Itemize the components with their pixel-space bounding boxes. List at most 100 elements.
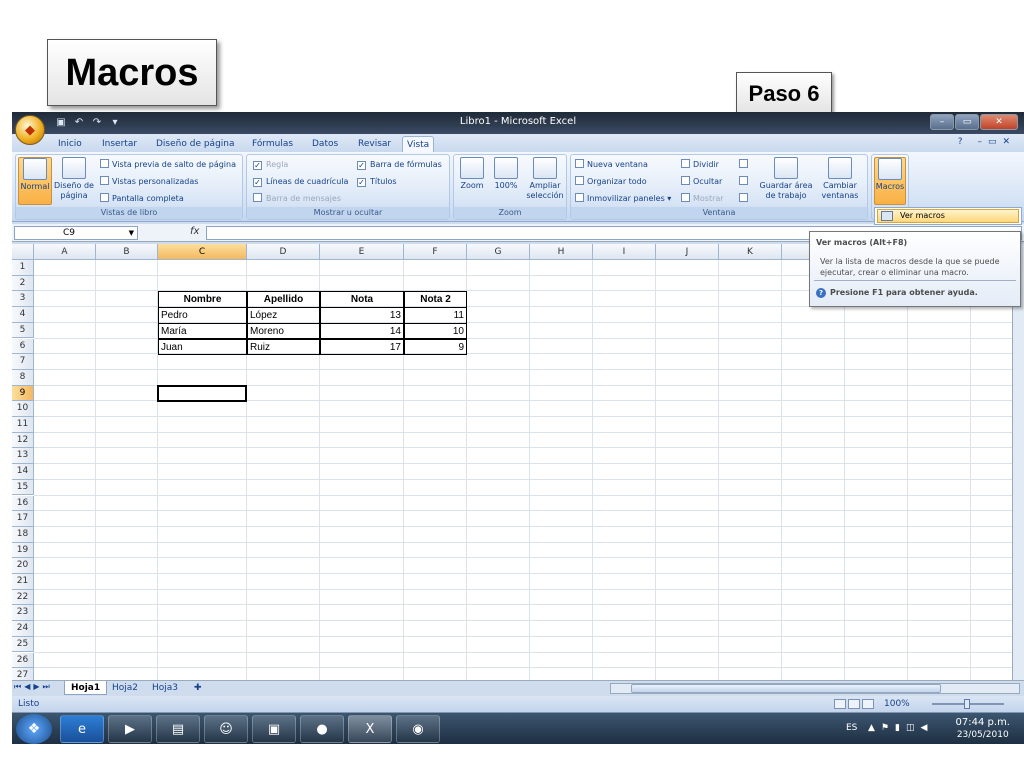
- sheet-nav-arrows[interactable]: ⏮◀▶⏭: [14, 682, 53, 692]
- zoom-100-button[interactable]: 100%: [490, 157, 522, 205]
- maximize-button[interactable]: ▭: [955, 114, 979, 130]
- row-header-14[interactable]: 14: [12, 464, 34, 480]
- ruler-checkbox[interactable]: ✓ Regla: [253, 159, 288, 170]
- full-screen-button[interactable]: Pantalla completa: [100, 193, 184, 204]
- table-cell[interactable]: María: [158, 322, 247, 340]
- table-cell[interactable]: 11: [404, 307, 467, 324]
- column-header-g[interactable]: G: [467, 244, 530, 260]
- hide-button[interactable]: Ocultar: [681, 176, 722, 187]
- row-header-17[interactable]: 17: [12, 511, 34, 527]
- save-workspace-button[interactable]: Guardar área de trabajo: [759, 157, 813, 205]
- table-cell[interactable]: 10: [404, 322, 467, 340]
- headings-checkbox[interactable]: ✓ Títulos: [357, 176, 397, 187]
- name-box[interactable]: C9 ▼: [14, 226, 138, 240]
- taskbar-ie-icon[interactable]: e: [60, 715, 104, 743]
- zoom-slider-knob[interactable]: [964, 699, 970, 709]
- row-header-9[interactable]: 9: [12, 385, 34, 402]
- table-cell[interactable]: Pedro: [158, 307, 247, 324]
- ribbon-restore-icon[interactable]: ▭: [988, 137, 1003, 147]
- reset-position-icon[interactable]: [739, 193, 751, 204]
- tab-diseno-pagina[interactable]: Diseño de página: [152, 136, 239, 152]
- column-header-c[interactable]: C: [158, 244, 247, 260]
- clock[interactable]: 07:44 p.m. 23/05/2010: [956, 717, 1010, 741]
- row-header-20[interactable]: 20: [12, 558, 34, 574]
- name-box-dropdown-icon[interactable]: ▼: [129, 227, 134, 239]
- taskbar-explorer-icon[interactable]: ▤: [156, 715, 200, 743]
- layout-view-status-button[interactable]: [848, 699, 860, 709]
- column-header-e[interactable]: E: [320, 244, 404, 260]
- insert-function-icon[interactable]: fx: [190, 226, 199, 237]
- page-break-preview-button[interactable]: Vista previa de salto de página: [100, 159, 236, 170]
- column-header-i[interactable]: I: [593, 244, 656, 260]
- tab-datos[interactable]: Datos: [308, 136, 342, 152]
- table-cell[interactable]: Ruiz: [247, 338, 320, 356]
- row-header-2[interactable]: 2: [12, 275, 34, 292]
- horizontal-scrollbar[interactable]: [610, 683, 1020, 694]
- tab-formulas[interactable]: Fórmulas: [248, 136, 297, 152]
- row-header-12[interactable]: 12: [12, 432, 34, 449]
- taskbar-firefox-icon[interactable]: ◉: [396, 715, 440, 743]
- page-layout-button[interactable]: Diseño de página: [54, 157, 94, 205]
- office-button[interactable]: ◆: [15, 115, 45, 145]
- row-header-23[interactable]: 23: [12, 605, 34, 622]
- break-view-status-button[interactable]: [862, 699, 874, 709]
- row-header-5[interactable]: 5: [12, 322, 34, 339]
- column-header-k[interactable]: K: [719, 244, 782, 260]
- formula-bar-checkbox[interactable]: ✓ Barra de fórmulas: [357, 159, 442, 170]
- gridlines-checkbox[interactable]: ✓ Líneas de cuadrícula: [253, 176, 348, 187]
- table-header-cell[interactable]: Nombre: [158, 291, 247, 309]
- table-cell[interactable]: 9: [404, 338, 467, 356]
- row-header-8[interactable]: 8: [12, 369, 34, 386]
- normal-view-button[interactable]: Normal: [18, 157, 52, 205]
- taskbar-messenger-icon[interactable]: ☺: [204, 715, 248, 743]
- column-header-a[interactable]: A: [34, 244, 96, 260]
- zoom-selection-button[interactable]: Ampliar selección: [524, 157, 566, 205]
- column-header-b[interactable]: B: [96, 244, 158, 260]
- insert-sheet-icon[interactable]: ✚: [188, 681, 208, 695]
- ver-macros-item[interactable]: Ver macros: [877, 209, 1019, 223]
- tab-insertar[interactable]: Insertar: [98, 136, 141, 152]
- row-header-7[interactable]: 7: [12, 354, 34, 370]
- row-header-6[interactable]: 6: [12, 338, 34, 355]
- column-header-d[interactable]: D: [247, 244, 320, 260]
- vertical-scrollbar[interactable]: [1012, 244, 1024, 680]
- row-header-19[interactable]: 19: [12, 542, 34, 559]
- table-header-cell[interactable]: Nota 2: [404, 291, 467, 309]
- table-cell[interactable]: 13: [320, 307, 404, 324]
- ribbon-minimize-icon[interactable]: –: [977, 137, 988, 147]
- column-header-f[interactable]: F: [404, 244, 467, 260]
- minimize-button[interactable]: –: [930, 114, 954, 130]
- row-header-1[interactable]: 1: [12, 260, 34, 276]
- select-all-corner[interactable]: [12, 244, 34, 260]
- row-header-11[interactable]: 11: [12, 417, 34, 433]
- sync-scroll-icon[interactable]: [739, 176, 751, 187]
- tab-vista[interactable]: Vista: [402, 136, 435, 152]
- tab-revisar[interactable]: Revisar: [354, 136, 395, 152]
- switch-windows-button[interactable]: Cambiar ventanas: [815, 157, 865, 205]
- taskbar-media-player-icon[interactable]: ▶: [108, 715, 152, 743]
- sheet-tab-hoja2[interactable]: Hoja2: [106, 681, 144, 695]
- column-header-h[interactable]: H: [530, 244, 593, 260]
- sheet-tab-hoja1[interactable]: Hoja1: [64, 681, 108, 695]
- start-button[interactable]: ❖: [16, 714, 52, 744]
- row-header-26[interactable]: 26: [12, 652, 34, 669]
- spreadsheet-grid[interactable]: ABCDEFGHIJKLMNO1234567891011121314151617…: [12, 244, 1024, 684]
- arrange-all-button[interactable]: Organizar todo: [575, 176, 647, 187]
- row-header-24[interactable]: 24: [12, 621, 34, 637]
- taskbar-excel-icon[interactable]: X: [348, 715, 392, 743]
- tray-icons[interactable]: ▲⚑▮◫◀: [868, 723, 933, 733]
- row-header-15[interactable]: 15: [12, 479, 34, 496]
- table-cell[interactable]: 17: [320, 338, 404, 356]
- row-header-4[interactable]: 4: [12, 307, 34, 323]
- selected-cell[interactable]: [157, 384, 247, 403]
- custom-views-button[interactable]: Vistas personalizadas: [100, 176, 198, 187]
- split-button[interactable]: Dividir: [681, 159, 719, 170]
- row-header-3[interactable]: 3: [12, 291, 34, 308]
- row-header-22[interactable]: 22: [12, 589, 34, 606]
- tab-inicio[interactable]: Inicio: [54, 136, 86, 152]
- table-cell[interactable]: Moreno: [247, 322, 320, 340]
- column-header-j[interactable]: J: [656, 244, 719, 260]
- row-header-16[interactable]: 16: [12, 495, 34, 512]
- row-header-25[interactable]: 25: [12, 636, 34, 653]
- zoom-button[interactable]: Zoom: [456, 157, 488, 205]
